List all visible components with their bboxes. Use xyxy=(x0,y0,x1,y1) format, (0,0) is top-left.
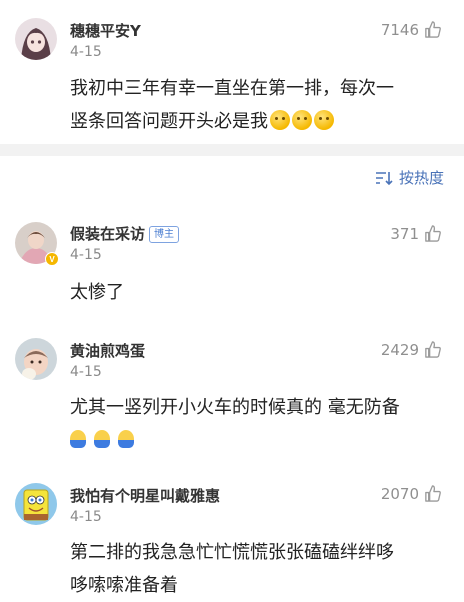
like-button[interactable]: 2429 xyxy=(381,340,442,359)
emoji-icon xyxy=(118,430,134,448)
thumbs-up-icon xyxy=(425,485,441,502)
sort-icon xyxy=(375,171,393,185)
comment-text: 太惨了 xyxy=(70,282,124,303)
like-count: 7146 xyxy=(380,20,419,39)
emoji-row xyxy=(70,424,446,457)
thumbs-up-icon xyxy=(425,21,441,38)
emoji-icon xyxy=(94,430,110,448)
comment-text-line: 竖条回答问题开头必是我 xyxy=(70,111,268,132)
section-divider xyxy=(0,144,464,156)
like-count: 371 xyxy=(390,224,419,243)
avatar[interactable] xyxy=(15,338,57,380)
comment-author[interactable]: 假装在采访 博主 xyxy=(70,223,180,244)
comment-date: 4-15 xyxy=(70,247,102,263)
comment-text: 尤其一竖列开小火车的时候真的 毫无防备 xyxy=(70,391,446,457)
comment-item: 黄油煎鸡蛋 4-15 2429 尤其一竖列开小火车的时候真的 毫无防备 xyxy=(0,333,464,463)
comment-author[interactable]: 穗穗平安Y xyxy=(70,20,141,41)
comment-item: 穗穗平安Y 4-15 7146 我初中三年有幸一直坐在第一排，每次一 竖条回答问… xyxy=(0,0,464,144)
thumbs-up-icon xyxy=(425,225,441,242)
emoji-icon xyxy=(292,110,312,130)
like-count: 2429 xyxy=(380,340,419,359)
comment-text-line: 哆嗦嗦准备着 xyxy=(70,575,178,596)
comment-item: V 假装在采访 博主 4-15 371 太惨了 xyxy=(0,212,464,312)
sort-label: 按热度 xyxy=(398,169,444,187)
comment-text-line: 我初中三年有幸一直坐在第一排，每次一 xyxy=(70,78,394,99)
emoji-icon xyxy=(314,110,334,130)
comment-text-line-2: 竖条回答问题开头必是我 xyxy=(70,105,446,138)
comment-author[interactable]: 黄油煎鸡蛋 xyxy=(70,340,145,361)
comment-text: 第二排的我急急忙忙慌慌张张磕磕绊绊哆 哆嗦嗦准备着 xyxy=(70,536,446,602)
comment-text-line: 第二排的我急急忙忙慌慌张张磕磕绊绊哆 xyxy=(70,542,394,563)
emoji-icon xyxy=(70,430,86,448)
like-button[interactable]: 371 xyxy=(390,224,442,243)
comment-item: 我怕有个明星叫戴雅惠 4-15 2070 第二排的我急急忙忙慌慌张张磕磕绊绊哆 … xyxy=(0,478,464,602)
verified-badge-icon: V xyxy=(45,252,59,266)
comment-date: 4-15 xyxy=(70,364,102,380)
like-count: 2070 xyxy=(380,484,419,503)
avatar[interactable] xyxy=(15,483,57,525)
like-button[interactable]: 2070 xyxy=(381,484,442,503)
comment-text-line: 尤其一竖列开小火车的时候真的 毫无防备 xyxy=(70,397,400,418)
emoji-icon xyxy=(270,110,290,130)
comment-text: 我初中三年有幸一直坐在第一排，每次一 竖条回答问题开头必是我 xyxy=(70,72,446,138)
thumbs-up-icon xyxy=(425,341,441,358)
like-button[interactable]: 7146 xyxy=(381,20,442,39)
comment-author[interactable]: 我怕有个明星叫戴雅惠 xyxy=(70,485,220,506)
comment-date: 4-15 xyxy=(70,44,102,60)
comment-date: 4-15 xyxy=(70,509,102,525)
author-badge: 博主 xyxy=(149,226,180,243)
comment-author-name: 假装在采访 xyxy=(70,225,146,243)
avatar[interactable] xyxy=(15,18,57,60)
sort-button[interactable]: 按热度 xyxy=(375,167,444,188)
svg-text:V: V xyxy=(49,255,55,264)
